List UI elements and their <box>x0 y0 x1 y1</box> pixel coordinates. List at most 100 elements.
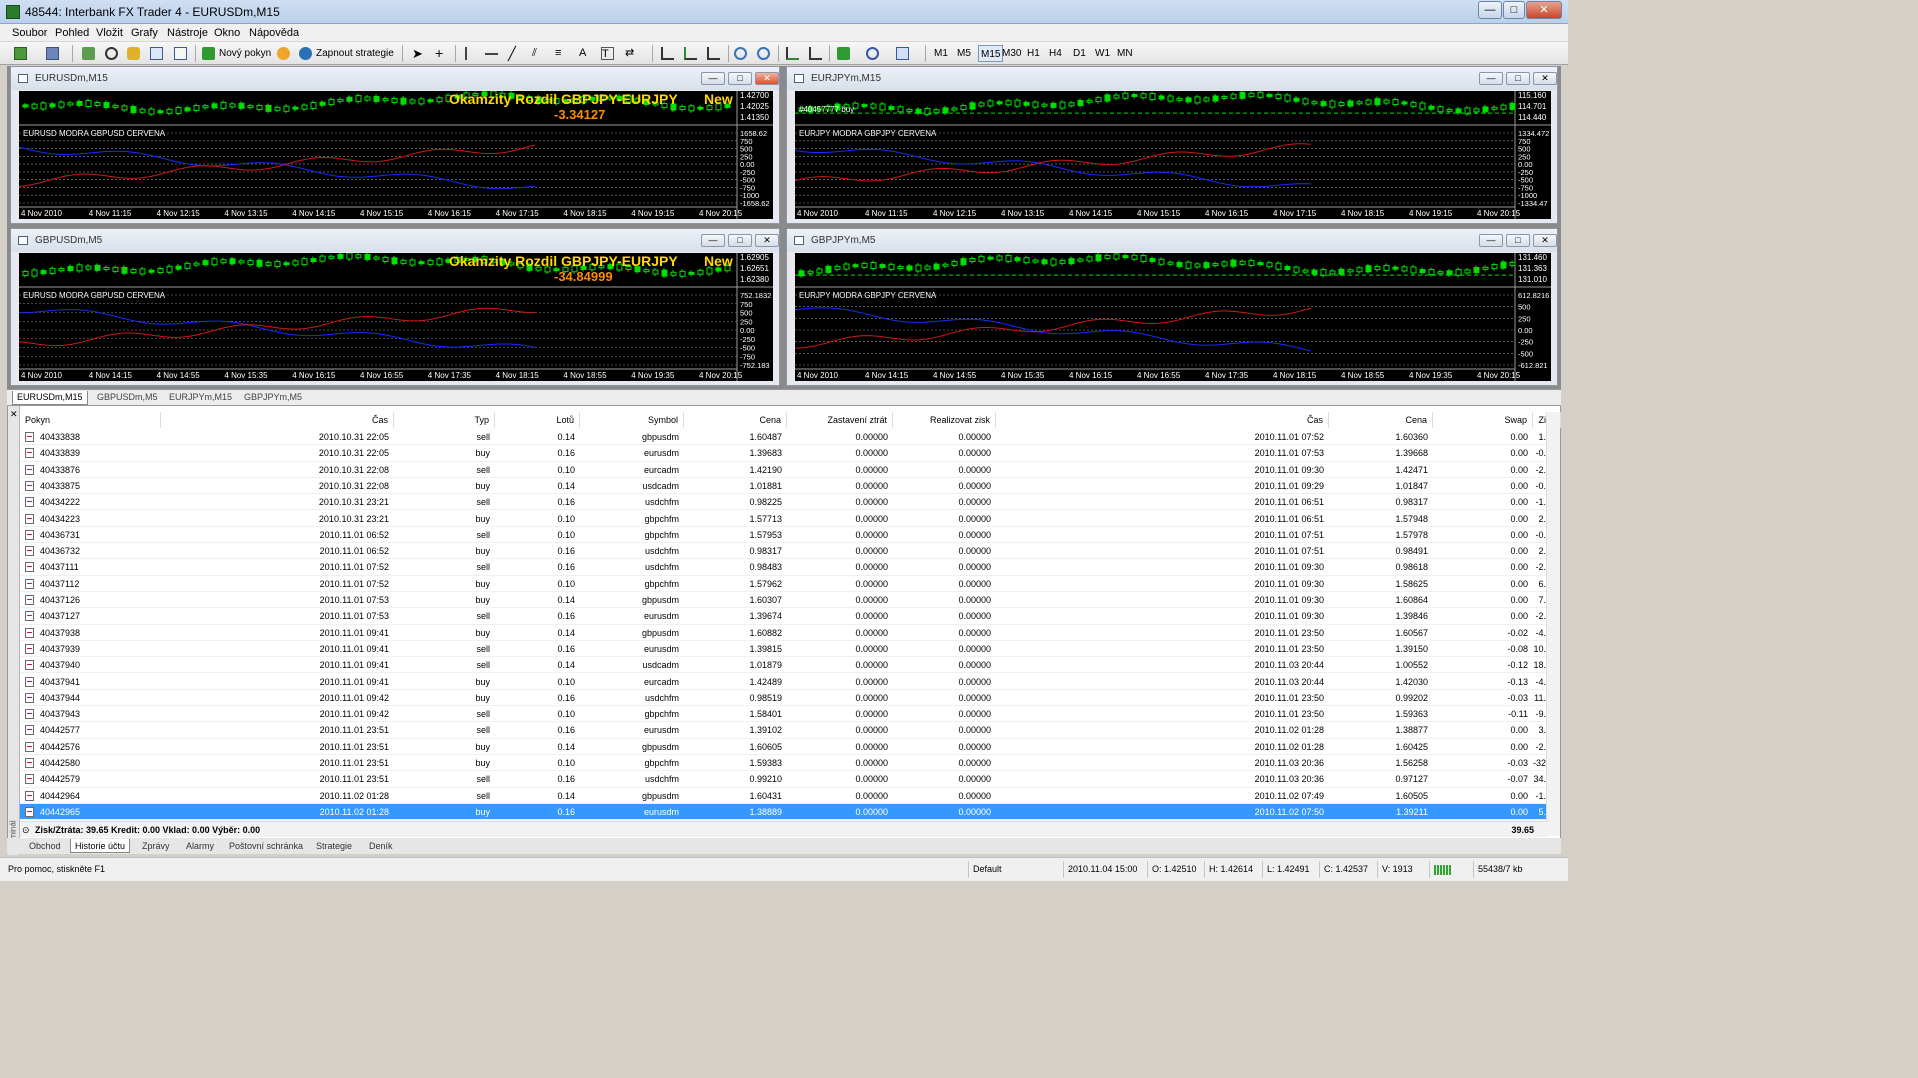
profiles-icon[interactable] <box>46 47 59 60</box>
zoom-out-icon[interactable] <box>757 47 770 60</box>
chart-shift-icon[interactable] <box>809 47 822 60</box>
column-header[interactable]: Typ <box>394 412 495 428</box>
navigator-icon[interactable] <box>105 47 118 60</box>
tab-strategie[interactable]: Strategie <box>316 839 352 853</box>
column-header[interactable]: Cena <box>684 412 787 428</box>
tab-historie-uctu[interactable]: Historie účtu <box>70 839 131 853</box>
minimize-button[interactable]: — <box>1478 1 1502 19</box>
column-header[interactable]: Zastavení ztrát <box>787 412 893 428</box>
column-header[interactable]: Čas <box>161 412 394 428</box>
period-m1[interactable]: M1 <box>934 45 948 62</box>
chart-tab-eurusd[interactable]: EURUSDm,M15 <box>12 391 88 405</box>
strategies-button[interactable]: Zapnout strategie <box>316 45 394 62</box>
period-w1[interactable]: W1 <box>1095 45 1110 62</box>
new-chart-icon[interactable] <box>14 47 27 60</box>
menu-vlozit[interactable]: Vložit <box>96 27 123 39</box>
terminal-icon[interactable] <box>150 47 163 60</box>
text-icon[interactable]: A <box>579 47 592 60</box>
periods-icon[interactable] <box>866 47 879 60</box>
column-header[interactable]: Pokyn <box>20 412 161 428</box>
data-window-icon[interactable] <box>127 47 140 60</box>
chart-tab-gbpjpy[interactable]: GBPJPYm,M5 <box>244 391 302 405</box>
tab-alarmy[interactable]: Alarmy <box>186 839 214 853</box>
table-row[interactable]: 40433838 2010.10.31 22:05 sell 0.14 gbpusdm 1… <box>20 429 1556 446</box>
zoom-in-icon[interactable] <box>734 47 747 60</box>
chart-restore-button[interactable]: □ <box>1506 234 1530 247</box>
period-h4[interactable]: H4 <box>1049 45 1062 62</box>
tab-zpravy[interactable]: Zprávy <box>142 839 170 853</box>
table-row[interactable]: 40442579 2010.11.01 23:51 sell 0.16 usdchfm 0… <box>20 771 1556 788</box>
line-chart-icon[interactable] <box>707 47 720 60</box>
tab-obchod[interactable]: Obchod <box>29 839 61 853</box>
menu-soubor[interactable]: Soubor <box>12 27 47 39</box>
table-row[interactable]: 40437111 2010.11.01 07:52 sell 0.16 usdchfm 0… <box>20 559 1556 576</box>
new-order-button[interactable]: Nový pokyn <box>219 45 271 62</box>
crosshair-icon[interactable]: + <box>435 46 448 60</box>
vertical-line-icon[interactable] <box>465 47 467 60</box>
period-d1[interactable]: D1 <box>1073 45 1086 62</box>
chart-close-button[interactable]: ✕ <box>1533 234 1557 247</box>
label-icon[interactable]: T <box>601 47 614 60</box>
bar-chart-icon[interactable] <box>661 47 674 60</box>
chart-close-button[interactable]: ✕ <box>755 72 779 85</box>
column-header[interactable]: Swap <box>1433 412 1533 428</box>
chart-minimize-button[interactable]: — <box>1479 72 1503 85</box>
indicators-icon[interactable] <box>837 47 850 60</box>
chart-close-button[interactable]: ✕ <box>755 234 779 247</box>
table-row[interactable]: 40437941 2010.11.01 09:41 buy 0.10 eurcadm 1.… <box>20 674 1556 690</box>
chart-canvas[interactable]: 1.42700 1.42025 1.41350 Okamzity Rozdil GBP… <box>19 91 773 219</box>
table-row[interactable]: 40442576 2010.11.01 23:51 buy 0.14 gbpusdm 1.… <box>20 739 1556 755</box>
horizontal-line-icon[interactable] <box>485 53 498 55</box>
table-row[interactable]: 40442964 2010.11.02 01:28 sell 0.14 gbpusdm 1… <box>20 788 1556 804</box>
chart-close-button[interactable]: ✕ <box>1533 72 1557 85</box>
table-row[interactable]: 40437944 2010.11.01 09:42 buy 0.16 usdchfm 0.… <box>20 690 1556 707</box>
chart-canvas[interactable]: 1.62905 1.62651 1.62380 Okamzity Rozdil GBP… <box>19 253 773 381</box>
templates-icon[interactable] <box>896 47 909 60</box>
period-m15[interactable]: M15 <box>978 45 1004 62</box>
table-row[interactable]: 40436732 2010.11.01 06:52 buy 0.16 usdchfm 0.… <box>20 543 1556 560</box>
menu-okno[interactable]: Okno <box>214 27 240 39</box>
table-row[interactable]: 40434223 2010.10.31 23:21 buy 0.10 gbpchfm 1.… <box>20 511 1556 527</box>
chart-canvas[interactable]: 115.160 114.701 114.440 #40457777 buy EURJPY… <box>795 91 1551 219</box>
cursor-icon[interactable]: ➤ <box>412 47 425 60</box>
table-row[interactable]: 40437127 2010.11.01 07:53 sell 0.16 eurusdm 1… <box>20 608 1556 625</box>
table-row[interactable]: 40437112 2010.11.01 07:52 buy 0.10 gbpchfm 1.… <box>20 576 1556 592</box>
column-header[interactable]: Symbol <box>580 412 684 428</box>
vertical-scrollbar[interactable] <box>1546 412 1560 836</box>
column-header[interactable]: Realizovat zisk <box>893 412 996 428</box>
period-h1[interactable]: H1 <box>1027 45 1040 62</box>
trendline-icon[interactable]: ╱ <box>508 47 521 60</box>
maximize-button[interactable]: □ <box>1503 1 1525 19</box>
metaeditor-icon[interactable] <box>277 47 290 60</box>
period-m5[interactable]: M5 <box>957 45 971 62</box>
table-row[interactable]: 40437940 2010.11.01 09:41 sell 0.14 usdcadm 1… <box>20 657 1556 674</box>
menu-nastroje[interactable]: Nástroje <box>167 27 208 39</box>
chart-minimize-button[interactable]: — <box>1479 234 1503 247</box>
chart-minimize-button[interactable]: — <box>701 72 725 85</box>
market-watch-icon[interactable] <box>82 47 95 60</box>
chart-tab-gbpusd[interactable]: GBPUSDm,M5 <box>97 391 158 405</box>
arrows-icon[interactable]: ⇄ <box>625 47 638 60</box>
chart-tab-eurjpy[interactable]: EURJPYm,M15 <box>169 391 232 405</box>
column-header[interactable]: Lotů <box>495 412 580 428</box>
table-row[interactable]: 40437939 2010.11.01 09:41 sell 0.16 eurusdm 1… <box>20 641 1556 658</box>
chart-restore-button[interactable]: □ <box>728 234 752 247</box>
tester-icon[interactable] <box>174 47 187 60</box>
table-row[interactable]: 40442580 2010.11.01 23:51 buy 0.10 gbpchfm 1.… <box>20 755 1559 772</box>
menu-grafy[interactable]: Grafy <box>131 27 158 39</box>
close-button[interactable]: ✕ <box>1526 1 1562 19</box>
table-row[interactable]: 40433839 2010.10.31 22:05 buy 0.16 eurusdm 1.… <box>20 445 1556 462</box>
fibonacci-icon[interactable]: ≡ <box>555 47 568 60</box>
table-row[interactable]: 40437126 2010.11.01 07:53 buy 0.14 gbpusdm 1.… <box>20 592 1556 609</box>
table-row[interactable]: 40437943 2010.11.01 09:42 sell 0.10 gbpchfm 1… <box>20 706 1556 723</box>
terminal-close-icon[interactable]: ✕ <box>10 409 18 420</box>
auto-scroll-icon[interactable] <box>786 47 799 60</box>
chart-canvas[interactable]: 131.460 131.363 131.010 EURJPY MODRA GBPJPY… <box>795 253 1551 381</box>
table-row[interactable]: 40434222 2010.10.31 23:21 sell 0.16 usdchfm 0… <box>20 494 1556 511</box>
chart-restore-button[interactable]: □ <box>1506 72 1530 85</box>
tab-postovni-schranka[interactable]: Poštovní schránka <box>229 839 303 853</box>
column-header[interactable]: Čas <box>996 412 1329 428</box>
chart-minimize-button[interactable]: — <box>701 234 725 247</box>
table-row[interactable]: 40442577 2010.11.01 23:51 sell 0.16 eurusdm 1… <box>20 722 1556 739</box>
menu-napoveda[interactable]: Nápověda <box>249 27 299 39</box>
